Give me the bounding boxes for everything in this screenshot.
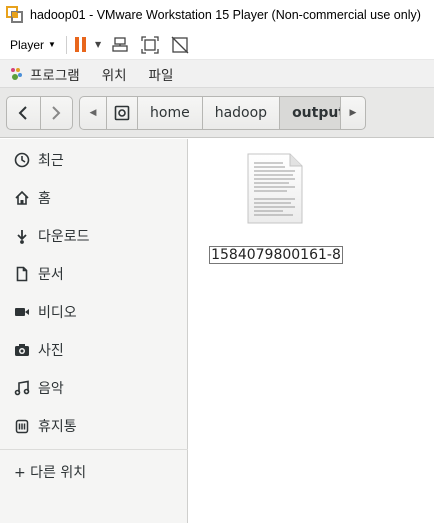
file-name-label: 1584079800161-8 [209, 246, 343, 264]
back-button[interactable] [7, 97, 40, 129]
sidebar-item-home[interactable]: 홈 [0, 179, 188, 217]
sidebar-item-documents[interactable]: 문서 [0, 255, 188, 293]
vmware-toolbar: Player ▼ ▼ [0, 30, 434, 60]
download-icon [12, 226, 32, 246]
drive-icon [114, 105, 130, 121]
path-segment-home[interactable]: home [137, 97, 202, 129]
path-bar: ◀ home hadoop output [79, 96, 365, 130]
navigation-buttons [6, 96, 73, 130]
music-icon [12, 378, 32, 398]
sidebar-item-label: 최근 [38, 153, 64, 169]
clock-icon [12, 150, 32, 170]
fit-guest-icon[interactable] [139, 34, 161, 56]
sidebar-divider [0, 449, 188, 450]
menu-files[interactable]: 파일 [149, 64, 174, 84]
sidebar-item-label: 휴지통 [38, 419, 77, 435]
sidebar-item-other-locations[interactable]: + 다른 위치 [0, 453, 188, 491]
sidebar-item-trash[interactable]: 휴지통 [0, 407, 188, 445]
pause-icon[interactable] [74, 37, 89, 53]
document-icon [12, 264, 32, 284]
places-sidebar: 최근 홈 다운로드 문서 비디오 사진 음악 휴지통 + 다른 위치 [0, 139, 188, 523]
video-icon [12, 302, 32, 322]
send-keys-icon[interactable] [109, 34, 131, 56]
unity-icon[interactable] [169, 34, 191, 56]
menu-programs[interactable]: 프로그램 [30, 64, 80, 84]
player-menu-label: Player [10, 37, 45, 52]
sidebar-item-music[interactable]: 음악 [0, 369, 188, 407]
sidebar-item-label: 음악 [38, 381, 64, 397]
sidebar-item-label: 문서 [38, 267, 64, 283]
sidebar-item-label: 사진 [38, 343, 64, 359]
sidebar-item-label: 비디오 [38, 305, 77, 321]
toolbar-divider [65, 35, 67, 54]
menu-places[interactable]: 위치 [102, 64, 127, 84]
home-icon [12, 188, 32, 208]
sidebar-item-recent[interactable]: 최근 [0, 141, 188, 179]
file-view[interactable]: 1584079800161-8 [189, 139, 434, 523]
file-manager-header: ◀ home hadoop output ▶ [0, 88, 434, 138]
sidebar-item-pictures[interactable]: 사진 [0, 331, 188, 369]
path-segment-hadoop[interactable]: hadoop [201, 97, 279, 129]
sidebar-item-label: 홈 [38, 191, 51, 207]
path-root-button[interactable] [106, 97, 137, 129]
sidebar-item-videos[interactable]: 비디오 [0, 293, 188, 331]
gnome-foot-icon [8, 66, 24, 82]
gnome-top-menu: 프로그램 위치 파일 [0, 60, 434, 88]
pause-dropdown-chevron-icon[interactable]: ▼ [95, 40, 101, 49]
path-scroll-right-button[interactable]: ▶ [340, 96, 366, 130]
forward-button[interactable] [39, 97, 73, 129]
sidebar-item-label: 다운로드 [38, 229, 90, 245]
chevron-down-icon: ▼ [48, 40, 56, 49]
vmware-title-bar: hadoop01 - VMware Workstation 15 Player … [0, 0, 434, 30]
sidebar-item-downloads[interactable]: 다운로드 [0, 217, 188, 255]
window-title: hadoop01 - VMware Workstation 15 Player … [30, 8, 421, 22]
camera-icon [12, 340, 32, 360]
player-menu-button[interactable]: Player ▼ [10, 34, 56, 56]
file-name[interactable]: 1584079800161-8 [207, 246, 345, 264]
vmware-logo-icon [6, 6, 24, 24]
path-scroll-left-button[interactable]: ◀ [80, 97, 106, 129]
text-document-icon [247, 153, 303, 224]
sidebar-item-label: + 다른 위치 [14, 465, 87, 481]
trash-icon [12, 416, 32, 436]
